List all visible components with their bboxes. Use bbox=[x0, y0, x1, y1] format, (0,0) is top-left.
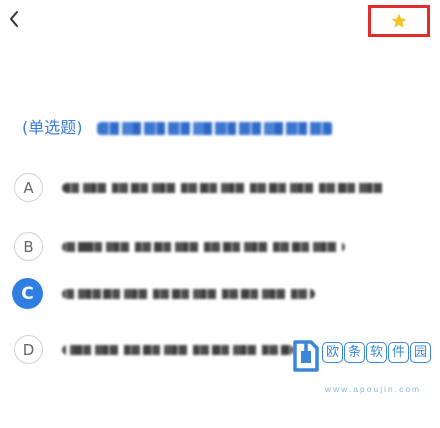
option-letter: C bbox=[21, 283, 34, 304]
quiz-screen: (单选题) A B C D 欧条软件园 www.apoujin.com bbox=[0, 0, 440, 428]
watermark-name: 欧条软件园 bbox=[322, 342, 432, 364]
option-b[interactable]: B bbox=[12, 229, 428, 265]
option-letter: B bbox=[23, 237, 34, 256]
option-letter: D bbox=[22, 340, 35, 359]
option-a[interactable]: A bbox=[12, 170, 428, 206]
watermark-char: 欧 bbox=[322, 342, 343, 363]
watermark-logo: 欧条软件园 www.apoujin.com bbox=[292, 334, 438, 404]
download-box-icon bbox=[293, 340, 319, 372]
chevron-left-icon bbox=[10, 11, 18, 27]
watermark-char: 条 bbox=[344, 342, 365, 363]
option-blurred-text bbox=[62, 183, 388, 193]
back-button[interactable] bbox=[3, 6, 25, 32]
option-c[interactable]: C bbox=[12, 276, 428, 312]
star-icon bbox=[391, 13, 407, 28]
watermark-char: 园 bbox=[410, 342, 431, 363]
favorite-highlight-box bbox=[368, 5, 430, 37]
question: (单选题) bbox=[22, 117, 342, 139]
option-blurred-text bbox=[62, 242, 345, 252]
option-letter: A bbox=[23, 178, 34, 197]
watermark-url: www.apoujin.com bbox=[325, 384, 422, 394]
question-type-label: (单选题) bbox=[22, 118, 83, 137]
option-letter-badge: C bbox=[12, 278, 43, 309]
option-letter-badge: A bbox=[14, 173, 43, 202]
option-blurred-text bbox=[62, 289, 315, 299]
option-letter-badge: B bbox=[14, 232, 43, 261]
question-blurred-text bbox=[97, 122, 333, 135]
watermark-char: 软 bbox=[366, 342, 387, 363]
option-blurred-text bbox=[62, 345, 294, 355]
watermark-char: 件 bbox=[388, 342, 409, 363]
option-letter-badge: D bbox=[14, 335, 43, 364]
favorite-button[interactable] bbox=[371, 8, 427, 34]
